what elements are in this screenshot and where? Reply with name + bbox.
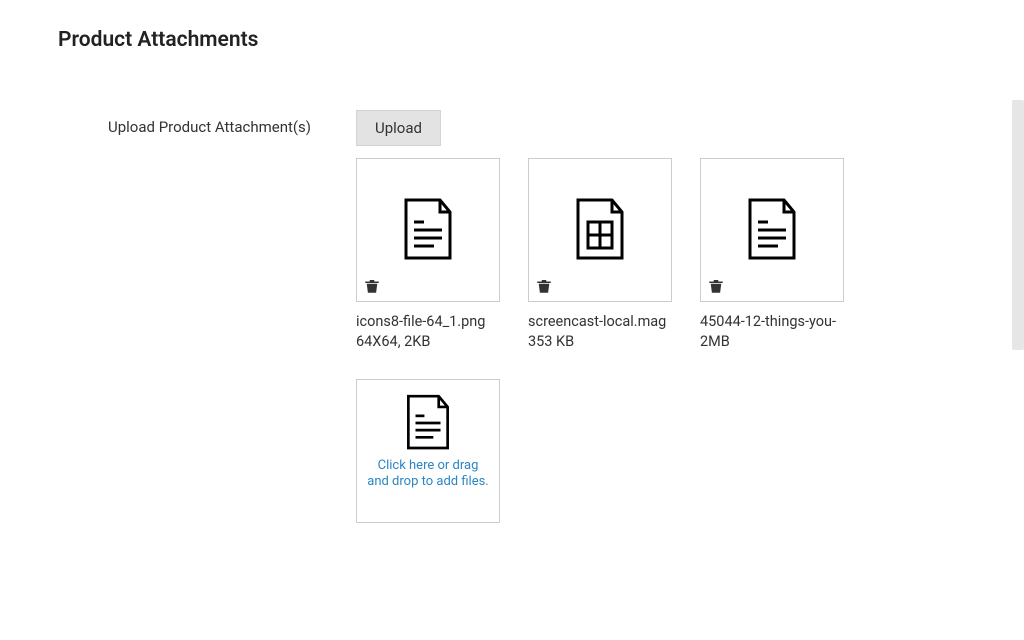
trash-icon[interactable] (535, 277, 553, 295)
upload-column: Upload (356, 110, 1024, 523)
file-grid-icon (572, 198, 628, 262)
upload-section: Upload Product Attachment(s) Upload (0, 52, 1024, 523)
attachment-item: screencast-local.mag 353 KB (528, 158, 672, 351)
attachment-filename: screencast-local.mag (528, 312, 672, 332)
dropzone-text: Click here or drag and drop to add files… (367, 458, 489, 491)
attachment-meta: 64X64, 2KB (356, 332, 500, 352)
attachment-tile[interactable] (528, 158, 672, 302)
trash-icon[interactable] (707, 277, 725, 295)
attachment-tiles: icons8-file-64_1.png 64X64, 2KB (356, 158, 916, 523)
dropzone[interactable]: Click here or drag and drop to add files… (356, 379, 500, 523)
file-text-icon (400, 198, 456, 262)
attachment-item: 45044-12-things-you- 2MB (700, 158, 844, 351)
attachment-tile[interactable] (356, 158, 500, 302)
field-label: Upload Product Attachment(s) (108, 110, 356, 136)
attachment-item: icons8-file-64_1.png 64X64, 2KB (356, 158, 500, 351)
attachment-tile[interactable] (700, 158, 844, 302)
attachment-meta: 2MB (700, 332, 844, 352)
attachment-meta: 353 KB (528, 332, 672, 352)
scrollbar[interactable] (1012, 100, 1024, 350)
file-text-icon (744, 198, 800, 262)
attachment-filename: 45044-12-things-you- (700, 312, 844, 332)
page-title: Product Attachments (0, 0, 1024, 52)
attachment-filename: icons8-file-64_1.png (356, 312, 500, 332)
file-text-icon (403, 394, 453, 452)
upload-button[interactable]: Upload (356, 110, 441, 146)
trash-icon[interactable] (363, 277, 381, 295)
